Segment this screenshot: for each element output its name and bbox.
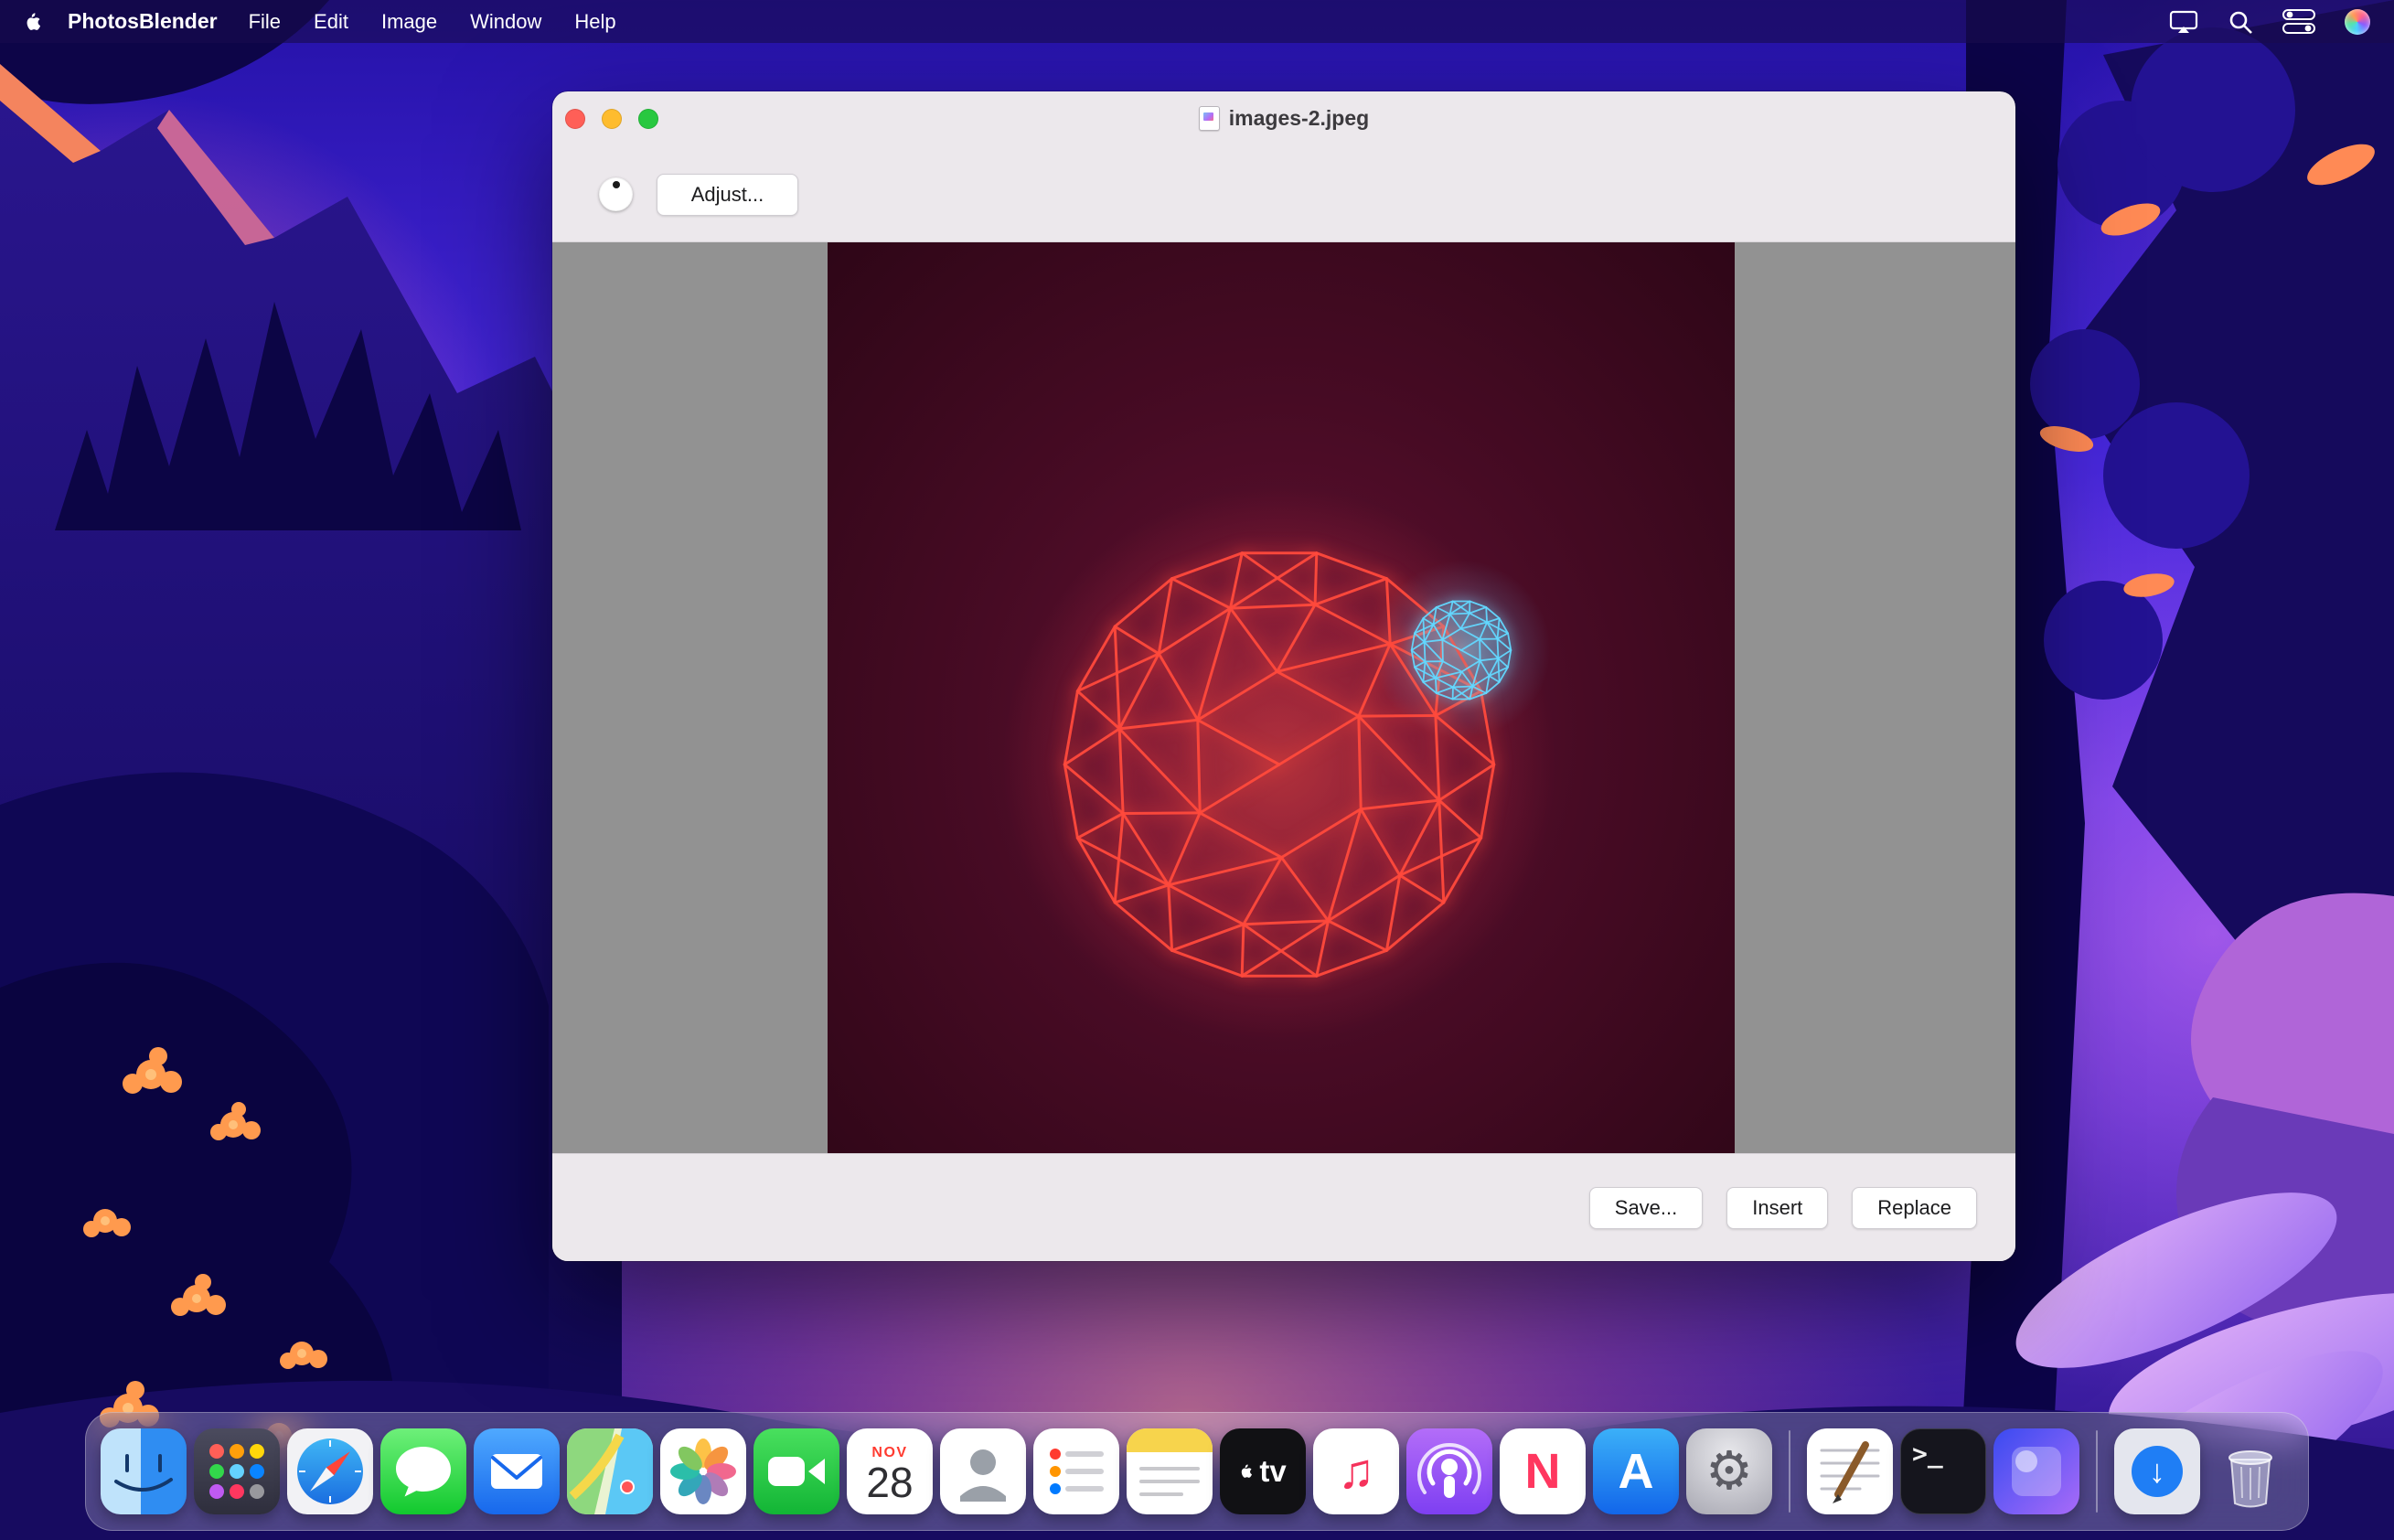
safari-icon-art	[287, 1428, 373, 1514]
dock-finder-icon[interactable]	[101, 1428, 187, 1514]
downloads-arrow-circle: ↓	[2132, 1446, 2183, 1497]
downloads-arrow-glyph: ↓	[2149, 1452, 2165, 1491]
save-button[interactable]: Save...	[1589, 1187, 1703, 1229]
tv-icon-label: tv	[1259, 1454, 1286, 1489]
dock-contacts-icon[interactable]	[940, 1428, 1026, 1514]
dock-textedit-icon[interactable]	[1807, 1428, 1893, 1514]
apple-tv-apple-glyph	[1239, 1462, 1255, 1481]
replace-button[interactable]: Replace	[1852, 1187, 1977, 1229]
jpeg-file-icon[interactable]	[1199, 106, 1220, 131]
dock-maps-icon[interactable]	[567, 1428, 653, 1514]
menu-image[interactable]: Image	[365, 0, 454, 43]
facetime-icon-art	[753, 1428, 839, 1514]
minimize-button[interactable]	[602, 109, 622, 129]
appstore-a-glyph: A	[1619, 1447, 1654, 1496]
dock: NOV 28 tv ♫	[85, 1412, 2309, 1531]
dock-music-icon[interactable]: ♫	[1313, 1428, 1399, 1514]
window-title: images-2.jpeg	[1229, 106, 1369, 131]
dock-news-icon[interactable]: N	[1500, 1428, 1586, 1514]
traffic-lights	[565, 109, 658, 129]
control-center-icon[interactable]	[2282, 9, 2315, 34]
calendar-day-label: 28	[866, 1460, 913, 1504]
image-canvas-area	[552, 242, 2015, 1153]
menu-file[interactable]: File	[232, 0, 297, 43]
dock-tv-icon[interactable]: tv	[1220, 1428, 1306, 1514]
photosblender-icon-art	[1993, 1428, 2079, 1514]
messages-icon-art	[380, 1428, 466, 1514]
window-footer: Save... Insert Replace	[552, 1153, 2015, 1261]
dock-reminders-icon[interactable]	[1033, 1428, 1119, 1514]
dock-trash-icon[interactable]	[2207, 1428, 2293, 1514]
dock-terminal-icon[interactable]: >_	[1900, 1428, 1986, 1514]
terminal-prompt-glyph: >_	[1912, 1438, 1943, 1469]
launchpad-icon-art	[194, 1428, 280, 1514]
cyan-wireframe-sphere	[1412, 602, 1512, 700]
dock-mail-icon[interactable]	[474, 1428, 560, 1514]
siri-icon[interactable]	[2345, 9, 2370, 35]
textedit-icon-art	[1807, 1428, 1893, 1514]
dock-messages-icon[interactable]	[380, 1428, 466, 1514]
dock-facetime-icon[interactable]	[753, 1428, 839, 1514]
maps-icon-art	[567, 1428, 653, 1514]
dock-separator	[1789, 1430, 1790, 1513]
music-note-glyph: ♫	[1338, 1447, 1375, 1496]
window-toolbar: Adjust...	[552, 145, 2015, 242]
news-n-glyph: N	[1525, 1447, 1561, 1496]
rotation-knob[interactable]	[599, 177, 633, 211]
dock-separator	[2096, 1430, 2098, 1513]
settings-gear-glyph: ⚙	[1705, 1445, 1753, 1498]
photo-image	[828, 242, 1735, 1153]
dock-appstore-icon[interactable]: A	[1593, 1428, 1679, 1514]
mail-icon-art	[474, 1428, 560, 1514]
dock-downloads-icon[interactable]: ↓	[2114, 1428, 2200, 1514]
active-app-name[interactable]: PhotosBlender	[68, 9, 218, 34]
podcasts-icon-art	[1406, 1428, 1492, 1514]
finder-icon-art	[101, 1428, 187, 1514]
spotlight-search-icon[interactable]	[2228, 9, 2253, 35]
red-wireframe-sphere	[1064, 553, 1493, 976]
menu-window[interactable]: Window	[454, 0, 558, 43]
dock-photosblender-icon[interactable]	[1993, 1428, 2079, 1514]
dock-settings-icon[interactable]: ⚙	[1686, 1428, 1772, 1514]
menu-bar: PhotosBlender File Edit Image Window Hel…	[0, 0, 2394, 43]
dock-launchpad-icon[interactable]	[194, 1428, 280, 1514]
screen-mirroring-icon[interactable]	[2169, 9, 2198, 35]
trash-icon-art	[2207, 1428, 2293, 1514]
dock-calendar-icon[interactable]: NOV 28	[847, 1428, 933, 1514]
contacts-icon-art	[940, 1428, 1026, 1514]
apple-menu-icon[interactable]	[24, 10, 44, 34]
insert-button[interactable]: Insert	[1726, 1187, 1828, 1229]
zoom-button[interactable]	[638, 109, 658, 129]
dock-photos-icon[interactable]	[660, 1428, 746, 1514]
menu-edit[interactable]: Edit	[297, 0, 365, 43]
tv-icon-label-row: tv	[1239, 1454, 1286, 1489]
photos-icon-art	[660, 1428, 746, 1514]
menu-help[interactable]: Help	[558, 0, 632, 43]
notes-icon-art	[1127, 1428, 1213, 1514]
window-titlebar[interactable]: images-2.jpeg	[552, 91, 2015, 145]
app-window: images-2.jpeg Adjust... Save... Insert R…	[552, 91, 2015, 1261]
dock-podcasts-icon[interactable]	[1406, 1428, 1492, 1514]
dock-safari-icon[interactable]	[287, 1428, 373, 1514]
close-button[interactable]	[565, 109, 585, 129]
adjust-button[interactable]: Adjust...	[657, 174, 798, 216]
reminders-icon-art	[1033, 1428, 1119, 1514]
dock-notes-icon[interactable]	[1127, 1428, 1213, 1514]
wireframe-spheres-art	[828, 242, 1735, 1153]
